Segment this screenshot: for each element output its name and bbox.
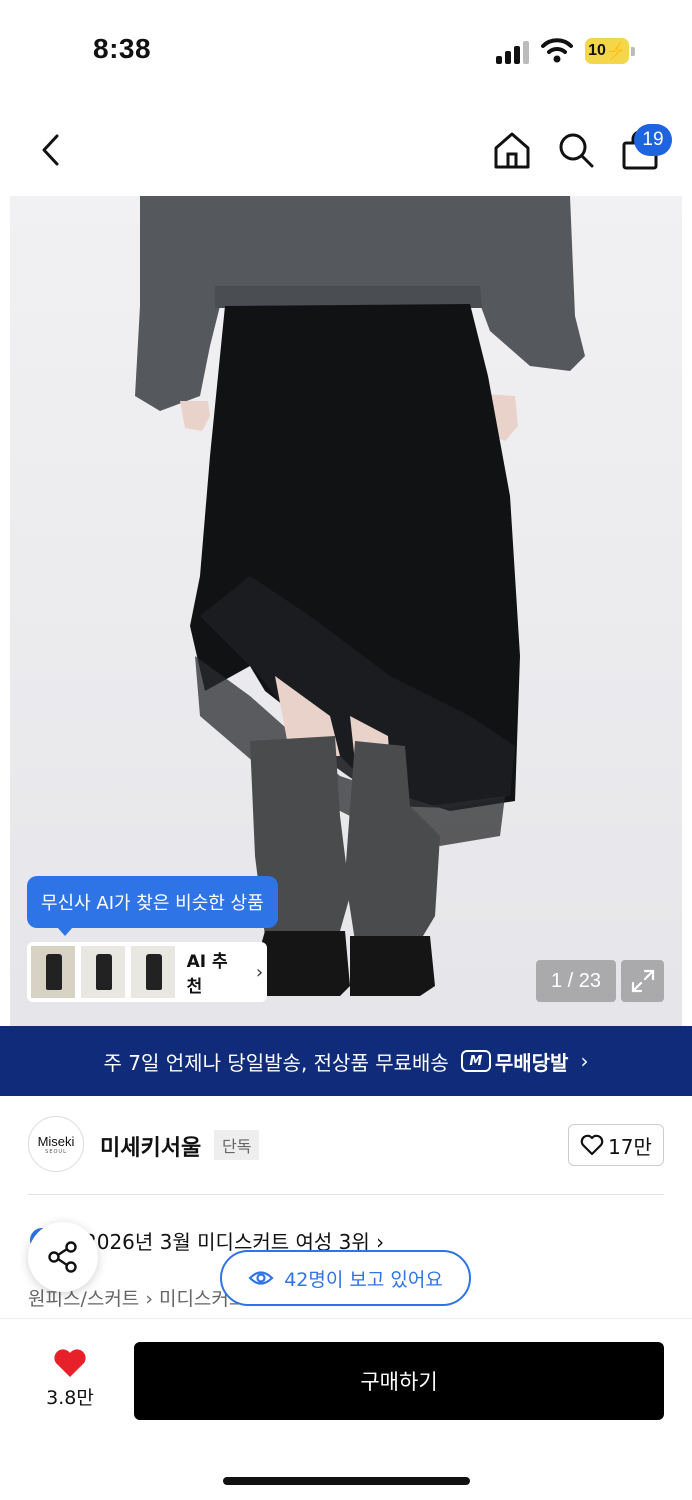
- wishlist-count: 3.8만: [46, 1387, 94, 1409]
- chevron-right-icon: ›: [255, 961, 264, 983]
- free-delivery-label: 무배당발: [494, 1050, 569, 1075]
- exclusive-tag: 단독: [214, 1130, 260, 1160]
- wishlist-button[interactable]: 3.8만: [30, 1347, 110, 1417]
- buy-button[interactable]: 구매하기: [134, 1342, 664, 1420]
- heart-filled-icon: [54, 1349, 86, 1377]
- battery-level: 10: [588, 42, 606, 59]
- status-bar: 8:38 10 ⚡: [0, 0, 692, 100]
- share-icon: [48, 1241, 77, 1273]
- battery-icon: 10 ⚡: [585, 38, 635, 64]
- share-button[interactable]: [28, 1222, 98, 1292]
- home-icon: [494, 132, 530, 169]
- back-button[interactable]: [30, 128, 70, 172]
- brand-logo-name: Miseki: [37, 1133, 75, 1149]
- top-nav: [0, 100, 692, 196]
- free-delivery-badge: M 무배당발: [460, 1047, 569, 1076]
- cellular-signal-icon: [496, 40, 532, 64]
- search-icon: [559, 133, 594, 168]
- viewers-count-pill: 42명이 보고 있어요: [220, 1250, 471, 1306]
- delivery-truck-icon: M: [460, 1050, 491, 1072]
- ai-thumbnail[interactable]: [31, 946, 75, 998]
- eye-icon: [248, 1271, 274, 1285]
- home-indicator: [223, 1477, 470, 1485]
- brand-logo[interactable]: Miseki SEOUL: [28, 1116, 84, 1172]
- expand-image-button[interactable]: [621, 960, 664, 1002]
- viewers-count-text: 42명이 보고 있어요: [284, 1268, 443, 1291]
- ai-thumbnail[interactable]: [130, 946, 175, 998]
- expand-icon: [631, 969, 654, 993]
- delivery-banner-text: 주 7일 언제나 당일발송, 전상품 무료배송: [103, 1050, 449, 1075]
- ai-recommend-strip[interactable]: AI 추천 ›: [27, 942, 267, 1002]
- brand-logo-sub: SEOUL: [45, 1148, 67, 1155]
- bottom-action-bar: 3.8만 구매하기: [0, 1318, 692, 1500]
- ai-similar-products-tooltip[interactable]: 무신사 AI가 찾은 비슷한 상품: [27, 876, 278, 936]
- brand-name[interactable]: 미세키서울: [100, 1130, 201, 1162]
- delivery-banner[interactable]: 주 7일 언제나 당일발송, 전상품 무료배송 M 무배당발 ›: [0, 1026, 692, 1096]
- chevron-right-icon: ›: [580, 1049, 589, 1073]
- chevron-left-icon: [42, 134, 59, 166]
- cart-count-badge: 19: [634, 124, 672, 156]
- brand-like-count: 17만: [608, 1134, 652, 1159]
- ai-tooltip-text: 무신사 AI가 찾은 비슷한 상품: [41, 893, 264, 914]
- search-button[interactable]: [554, 128, 598, 172]
- home-button[interactable]: [490, 128, 534, 172]
- brand-like-button[interactable]: 17만: [568, 1124, 664, 1166]
- brand-row: Miseki SEOUL 미세키서울 단독 17만: [28, 1116, 664, 1174]
- wifi-icon: [540, 36, 574, 64]
- heart-outline-icon: [580, 1134, 604, 1156]
- ai-thumbnail[interactable]: [80, 946, 125, 998]
- image-page-counter: 1 / 23: [536, 960, 616, 1002]
- divider: [28, 1194, 664, 1195]
- ai-recommend-label: AI 추천: [186, 952, 228, 997]
- status-time: 8:38: [93, 33, 152, 64]
